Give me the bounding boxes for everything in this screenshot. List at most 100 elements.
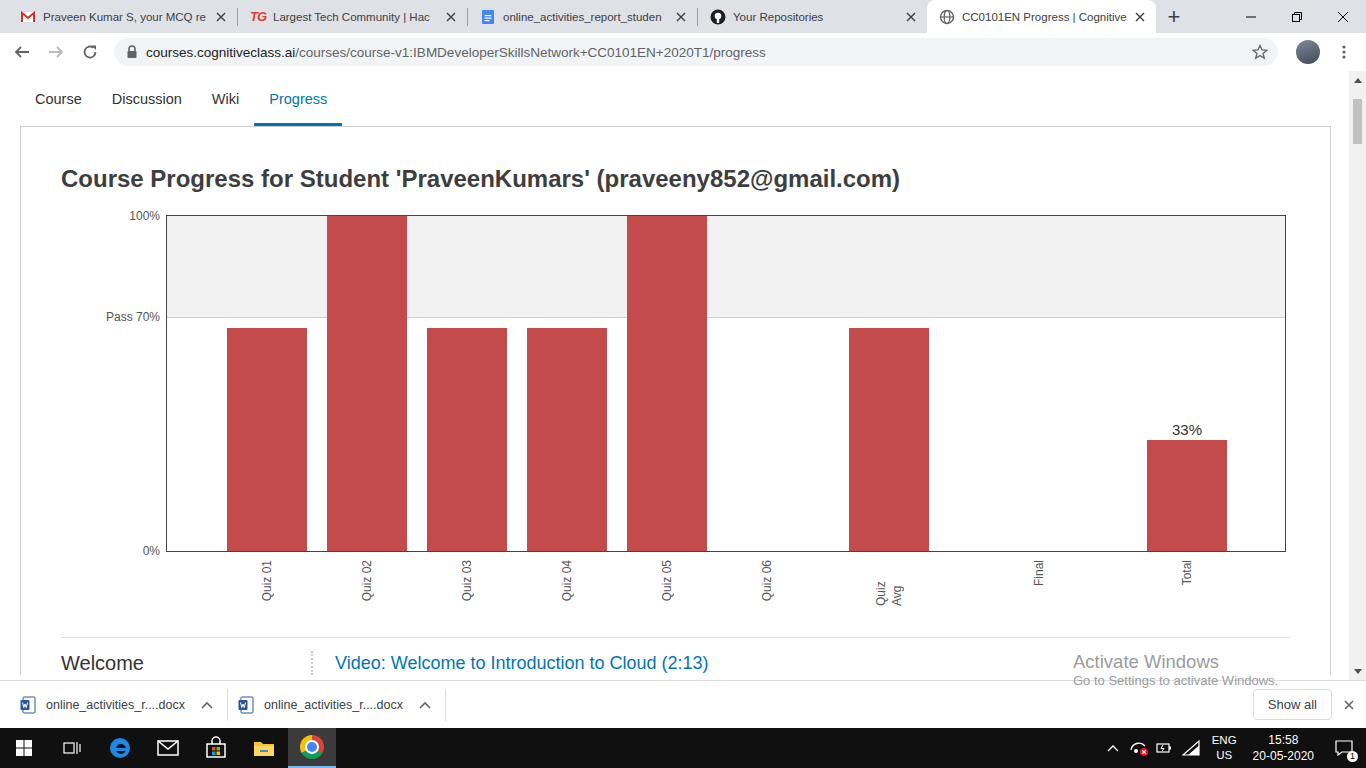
forward-arrow-icon[interactable] xyxy=(40,36,72,68)
browser-tab[interactable]: online_activities_report_studen xyxy=(468,0,697,33)
x-axis-label: Quiz 01 xyxy=(259,560,275,601)
bar[interactable] xyxy=(527,328,607,551)
x-axis-label: Total xyxy=(1179,560,1195,585)
chrome-icon[interactable] xyxy=(288,728,336,768)
github-icon xyxy=(710,9,726,25)
close-icon[interactable] xyxy=(1132,9,1148,25)
browser-tab[interactable]: CC0101EN Progress | Cognitive xyxy=(927,0,1156,33)
edge-icon[interactable] xyxy=(96,728,144,768)
profile-avatar[interactable] xyxy=(1296,40,1320,64)
chevron-up-icon[interactable] xyxy=(201,701,213,709)
bookmark-star-icon[interactable] xyxy=(1252,44,1268,60)
bar-slot xyxy=(417,328,517,551)
section-title: Welcome xyxy=(61,651,311,675)
screen: Praveen Kumar S, your MCQ re TG Largest … xyxy=(0,0,1366,768)
windows-start-icon[interactable] xyxy=(0,728,48,768)
clock[interactable]: 15:5820-05-2020 xyxy=(1245,728,1322,768)
reload-icon[interactable] xyxy=(74,36,106,68)
bar[interactable] xyxy=(327,216,407,551)
notification-count: 1 xyxy=(1347,751,1358,762)
course-section: Welcome Video: Welcome to Introduction t… xyxy=(61,638,1290,675)
toolbar: courses.cognitiveclass.ai/courses/course… xyxy=(0,33,1366,71)
y-axis: 100%Pass 70%0% xyxy=(61,215,166,552)
bar-slot xyxy=(617,216,717,551)
close-icon[interactable] xyxy=(903,9,919,25)
download-item[interactable]: online_activities_r....docx xyxy=(228,689,446,721)
browser-tab[interactable]: TG Largest Tech Community | Hac xyxy=(238,0,467,33)
close-window-icon[interactable] xyxy=(1320,0,1366,33)
wifi-icon[interactable] xyxy=(1178,728,1204,768)
download-item[interactable]: online_activities_r....docx xyxy=(10,689,228,721)
explorer-icon[interactable] xyxy=(240,728,288,768)
input-language[interactable]: ENGUS xyxy=(1204,728,1245,768)
x-axis: Quiz 01 Quiz 02 Quiz 03 Quiz 04 Quiz 05 Quiz … xyxy=(166,552,1290,627)
bar[interactable] xyxy=(227,328,307,551)
x-axis-label: Quiz Avg xyxy=(873,560,905,606)
globe-icon xyxy=(939,9,955,25)
scroll-thumb[interactable] xyxy=(1353,99,1362,144)
page: CourseDiscussionWikiProgress Course Prog… xyxy=(0,71,1349,680)
x-axis-label: Quiz 05 xyxy=(659,560,675,601)
progress-heading: Course Progress for Student 'PraveenKuma… xyxy=(61,165,1290,193)
bar[interactable] xyxy=(427,328,507,551)
course-nav-item[interactable]: Discussion xyxy=(97,71,197,126)
browser-tab[interactable]: Praveen Kumar S, your MCQ re xyxy=(8,0,237,33)
download-name: online_activities_r....docx xyxy=(46,698,191,712)
chevron-up-icon[interactable] xyxy=(419,701,431,709)
power-icon[interactable] xyxy=(1152,728,1178,768)
close-icon[interactable] xyxy=(213,9,229,25)
x-axis-label: Quiz 04 xyxy=(559,560,575,601)
tab-title: CC0101EN Progress | Cognitive xyxy=(962,11,1125,23)
task-view-icon[interactable] xyxy=(48,728,96,768)
gmail-icon xyxy=(20,9,36,25)
x-axis-label: Quiz 03 xyxy=(459,560,475,601)
close-icon[interactable] xyxy=(1332,700,1366,710)
scroll-down-icon[interactable] xyxy=(1354,663,1362,680)
course-nav-item[interactable]: Course xyxy=(20,71,97,126)
show-all-button[interactable]: Show all xyxy=(1253,689,1332,720)
scrollbar[interactable] xyxy=(1349,71,1366,680)
tab-strip: Praveen Kumar S, your MCQ re TG Largest … xyxy=(0,0,1366,33)
downloads-bar: online_activities_r....docx online_activ… xyxy=(0,680,1366,728)
bar-slot xyxy=(317,216,417,551)
course-nav: CourseDiscussionWikiProgress xyxy=(0,71,1349,126)
bar[interactable] xyxy=(1147,440,1227,551)
bar[interactable] xyxy=(849,328,929,551)
back-arrow-icon[interactable] xyxy=(6,36,38,68)
bar-slot: 33% xyxy=(1137,421,1237,551)
scroll-up-icon[interactable] xyxy=(1354,71,1362,88)
close-icon[interactable] xyxy=(673,9,689,25)
address-bar[interactable]: courses.cognitiveclass.ai/courses/course… xyxy=(114,38,1278,66)
new-tab-button[interactable]: + xyxy=(1160,0,1188,33)
x-axis-label: Quiz 02 xyxy=(359,560,375,601)
docs-icon xyxy=(480,9,496,25)
course-nav-item[interactable]: Progress xyxy=(254,71,342,126)
section-link[interactable]: Video: Welcome to Introduction to Cloud … xyxy=(335,651,709,675)
x-axis-label: Final xyxy=(1031,560,1047,586)
browser-tab[interactable]: Your Repositories xyxy=(698,0,927,33)
taskbar: ENGUS 15:5820-05-2020 1 xyxy=(0,728,1366,768)
restore-icon[interactable] xyxy=(1274,0,1320,33)
minimize-icon[interactable] xyxy=(1228,0,1274,33)
download-name: online_activities_r....docx xyxy=(264,698,409,712)
url: courses.cognitiveclass.ai/courses/course… xyxy=(146,45,1244,60)
page-viewport: CourseDiscussionWikiProgress Course Prog… xyxy=(0,71,1366,680)
bar[interactable] xyxy=(627,216,707,551)
course-nav-item[interactable]: Wiki xyxy=(197,71,254,126)
notification-center[interactable]: 1 xyxy=(1322,728,1366,768)
network-icon[interactable] xyxy=(1126,728,1152,768)
tab-title: Your Repositories xyxy=(733,11,896,23)
bar-slot xyxy=(217,328,317,551)
mail-icon[interactable] xyxy=(144,728,192,768)
store-icon[interactable] xyxy=(192,728,240,768)
chevron-up-icon[interactable] xyxy=(1100,728,1126,768)
close-icon[interactable] xyxy=(443,9,459,25)
bar-slot xyxy=(839,328,939,551)
y-tick-label: 0% xyxy=(143,544,160,558)
progress-panel: Course Progress for Student 'PraveenKuma… xyxy=(20,126,1331,675)
tab-separator xyxy=(697,8,698,26)
menu-dots-icon[interactable] xyxy=(1328,36,1360,68)
activation-watermark: Activate Windows Go to Settings to activ… xyxy=(1073,651,1278,689)
tg-icon: TG xyxy=(250,9,266,25)
bar-slot xyxy=(517,328,617,551)
